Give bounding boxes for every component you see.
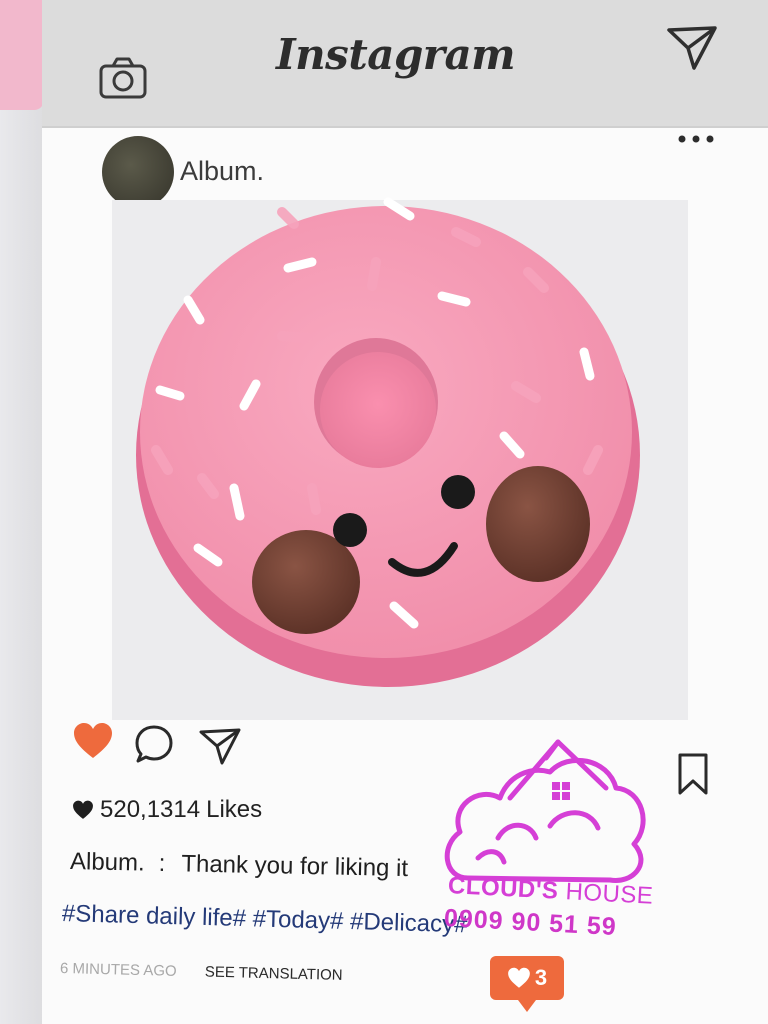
notification-count: 3 (534, 965, 548, 990)
bookmark-icon[interactable] (676, 752, 710, 796)
likes-row: 520,1314 Likes (72, 796, 262, 824)
donut-illustration (136, 197, 640, 687)
camera-icon[interactable] (98, 56, 148, 100)
see-translation-link[interactable]: SEE TRANSLATION (205, 964, 343, 984)
heart-icon[interactable] (72, 722, 114, 760)
likes-count: 520,1314 (100, 796, 201, 823)
hashtags[interactable]: #Share daily life# #Today# #Delicacy# (62, 900, 468, 939)
stamp-phone: 0909 90 51 59 (443, 904, 618, 942)
background-edge (0, 0, 46, 1024)
caption: Album.: Thank you for liking it (70, 848, 409, 883)
post-time: 6 MINUTES AGO (59, 960, 177, 980)
instagram-logo: Instagram (276, 30, 516, 79)
instagram-frame-card: Instagram Album. 520,1314 Likes Album.:… (42, 0, 768, 1024)
paper-plane-icon[interactable] (198, 726, 242, 766)
comment-icon[interactable] (134, 724, 174, 764)
likes-label: Likes (206, 796, 263, 823)
stamp-brand-rest: HOUSE (564, 878, 655, 910)
more-horizontal-icon[interactable] (676, 132, 716, 146)
instagram-header: Instagram (42, 0, 768, 128)
pink-object-corner (0, 0, 44, 110)
clouds-house-stamp-logo (444, 739, 646, 883)
paper-plane-icon[interactable] (666, 24, 718, 72)
notification-badge[interactable]: 3 (490, 956, 564, 1012)
caption-text: Thank you for liking it (181, 850, 409, 883)
post-meta: 6 MINUTES AGO SEE TRANSLATION (60, 960, 343, 984)
stamp-brand-bold: CLOUD'S (447, 872, 560, 905)
heart-icon (508, 967, 530, 988)
caption-username[interactable]: Album. (70, 848, 145, 877)
heart-icon (73, 800, 93, 819)
caption-separator: : (158, 849, 166, 877)
